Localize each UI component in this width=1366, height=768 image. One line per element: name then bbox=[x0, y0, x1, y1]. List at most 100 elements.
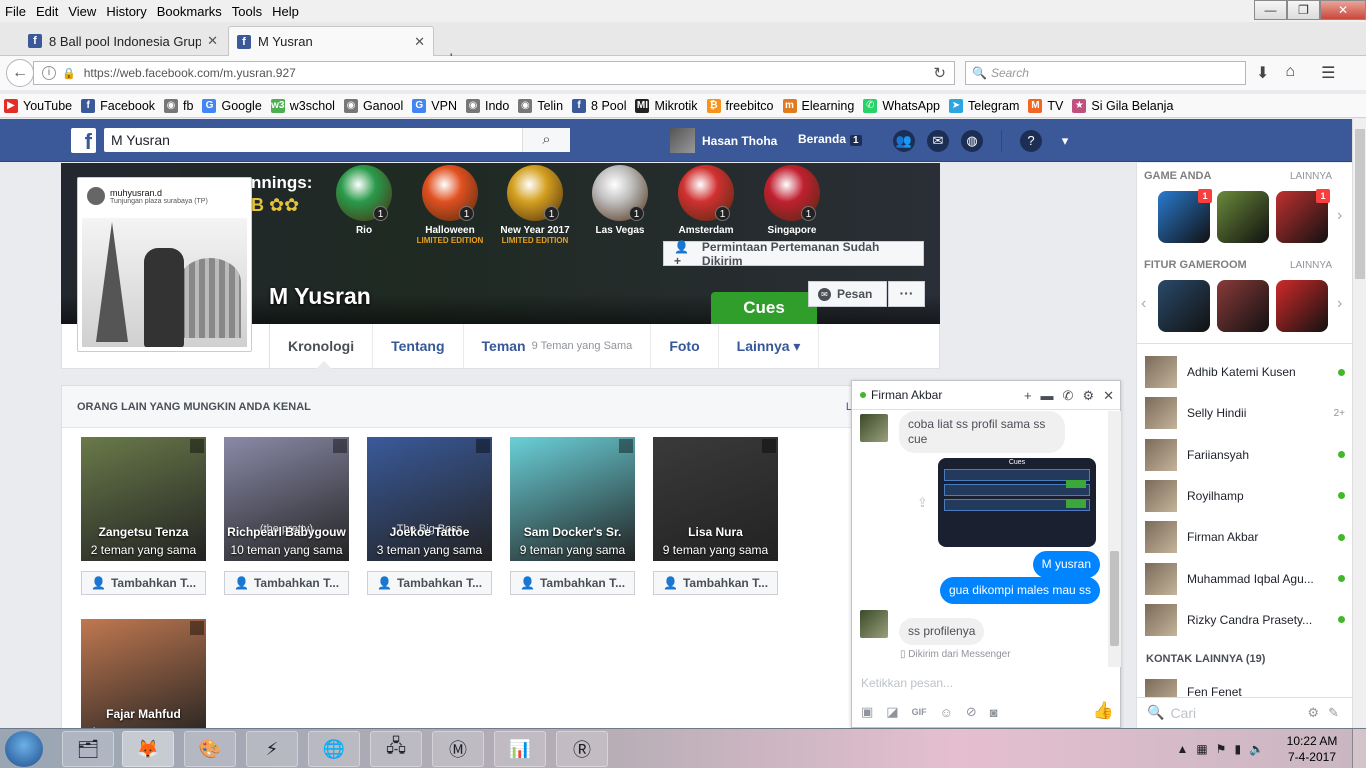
close-icon[interactable] bbox=[190, 439, 204, 453]
bookmark-item[interactable]: M TV bbox=[1028, 98, 1063, 113]
mutual-friends[interactable]: 9 teman yang sama bbox=[510, 543, 635, 557]
tab-m-yusran[interactable]: f M Yusran ✕ bbox=[228, 26, 434, 56]
firefox-icon[interactable]: 🦊 bbox=[122, 731, 174, 767]
contact-item[interactable]: Firman Akbar bbox=[1145, 521, 1345, 554]
signal-icon[interactable]: ▮ bbox=[1234, 742, 1241, 756]
info-icon[interactable]: i bbox=[42, 66, 56, 80]
video-call-icon[interactable]: ▬ bbox=[1041, 388, 1054, 404]
scrollbar-thumb[interactable] bbox=[1110, 551, 1119, 646]
camera-icon[interactable]: ◙ bbox=[990, 705, 998, 720]
close-icon[interactable] bbox=[476, 439, 490, 453]
tab-friends[interactable]: Teman 9 Teman yang Sama bbox=[464, 324, 652, 368]
person-name[interactable]: Richpearl Babygouw bbox=[224, 525, 349, 539]
bookmark-item[interactable]: ◉ Indo bbox=[465, 98, 509, 113]
show-hidden-icons[interactable]: ▲ bbox=[1176, 742, 1188, 756]
menu-file[interactable]: File bbox=[0, 4, 31, 19]
close-icon[interactable] bbox=[333, 439, 347, 453]
add-people-icon[interactable]: + bbox=[1024, 388, 1032, 404]
page-scrollbar[interactable] bbox=[1352, 119, 1366, 728]
hamburger-menu-icon[interactable]: ☰ bbox=[1321, 63, 1335, 83]
flag-icon[interactable]: ⚑ bbox=[1216, 742, 1227, 756]
close-icon[interactable] bbox=[619, 439, 633, 453]
friend-request-sent-button[interactable]: 👤+ Permintaan Pertemanan Sudah Dikirim bbox=[663, 240, 924, 268]
tab-8-ball-pool-group[interactable]: f 8 Ball pool Indonesia Grup ... ✕ bbox=[20, 26, 226, 56]
paint-icon[interactable]: 🎨 bbox=[184, 731, 236, 767]
add-friend-button[interactable]: 👤 Tambahkan T... bbox=[510, 571, 635, 595]
close-window-button[interactable]: ✕ bbox=[1320, 0, 1366, 20]
gameroom-more-link[interactable]: LAINNYA bbox=[1290, 260, 1332, 271]
chat-input[interactable]: Ketikkan pesan... bbox=[852, 676, 1120, 696]
network-tool-icon[interactable]: 🖧 bbox=[370, 731, 422, 767]
show-desktop-button[interactable] bbox=[1352, 729, 1366, 768]
menu-history[interactable]: History bbox=[101, 4, 151, 19]
person-name[interactable]: Zangetsu Tenza bbox=[81, 525, 206, 539]
game-tile[interactable]: 1 bbox=[1158, 189, 1212, 243]
chevron-left-icon[interactable]: ‹ bbox=[1141, 295, 1146, 313]
network-icon[interactable]: ▦ bbox=[1196, 742, 1207, 756]
menu-edit[interactable]: Edit bbox=[31, 4, 63, 19]
person-photo[interactable]: Sam Docker's Sr. 9 teman yang sama bbox=[510, 437, 635, 561]
messenger-icon[interactable]: ✉ bbox=[927, 130, 949, 152]
close-tab-icon[interactable]: ✕ bbox=[414, 34, 425, 50]
emoji-icon[interactable]: ☺ bbox=[940, 705, 953, 720]
mutual-friends[interactable]: 9 teman yang sama bbox=[653, 543, 778, 557]
person-photo[interactable]: Zangetsu Tenza 2 teman yang sama bbox=[81, 437, 206, 561]
menu-view[interactable]: View bbox=[63, 4, 101, 19]
bookmark-item[interactable]: f Facebook bbox=[81, 98, 155, 113]
bookmark-item[interactable]: ➤ Telegram bbox=[949, 98, 1019, 113]
bookmark-item[interactable]: ✆ WhatsApp bbox=[863, 98, 940, 113]
scrollbar-thumb[interactable] bbox=[1355, 129, 1365, 279]
app-r-icon[interactable]: Ⓡ bbox=[556, 731, 608, 767]
contact-item[interactable]: Fariiansyah bbox=[1145, 438, 1345, 471]
close-icon[interactable] bbox=[190, 621, 204, 635]
tab-about[interactable]: Tentang bbox=[373, 324, 464, 368]
chevron-right-icon[interactable]: › bbox=[1337, 207, 1342, 225]
contact-item[interactable]: Adhib Katemi Kusen bbox=[1145, 356, 1345, 388]
photo-icon[interactable]: ▣ bbox=[861, 704, 873, 720]
add-friend-button[interactable]: 👤 Tambahkan T... bbox=[653, 571, 778, 595]
menu-bookmarks[interactable]: Bookmarks bbox=[152, 4, 227, 19]
download-manager-icon[interactable]: 🌐 bbox=[308, 731, 360, 767]
close-tab-icon[interactable]: ✕ bbox=[207, 33, 218, 49]
person-name[interactable]: Joekoe Tattoe bbox=[367, 525, 492, 539]
bookmark-item[interactable]: ◉ Ganool bbox=[343, 98, 403, 113]
browser-search-input[interactable]: 🔍 Search bbox=[965, 61, 1246, 85]
friend-requests-icon[interactable]: 👥 bbox=[893, 130, 915, 152]
bookmark-item[interactable]: ₿ freebitco bbox=[706, 98, 774, 113]
facebook-search-input[interactable]: M Yusran ⌕ bbox=[104, 128, 570, 152]
minimize-button[interactable]: — bbox=[1254, 0, 1287, 20]
add-friend-button[interactable]: 👤 Tambahkan T... bbox=[81, 571, 206, 595]
chevron-right-icon[interactable]: › bbox=[1337, 295, 1342, 313]
help-icon[interactable]: ? bbox=[1020, 130, 1042, 152]
clock[interactable]: 10:22 AM 7-4-2017 bbox=[1272, 733, 1352, 765]
file-explorer-icon[interactable]: 🗂 bbox=[62, 731, 114, 767]
chat-image-attachment[interactable]: Cues bbox=[938, 458, 1096, 547]
tab-photos[interactable]: Foto bbox=[651, 324, 719, 368]
share-icon[interactable]: ⇪ bbox=[917, 495, 928, 511]
facebook-logo-icon[interactable]: f bbox=[71, 128, 96, 154]
close-icon[interactable] bbox=[762, 439, 776, 453]
person-photo[interactable]: The Big Boss Joekoe Tattoe 3 teman yang sa… bbox=[367, 437, 492, 561]
gear-icon[interactable]: ⚙ bbox=[1307, 705, 1319, 721]
person-name[interactable]: Sam Docker's Sr. bbox=[510, 525, 635, 539]
mutual-friends[interactable]: 2 teman yang sama bbox=[81, 543, 206, 557]
contact-item[interactable]: Selly Hindii 2+ bbox=[1145, 397, 1345, 430]
bookmark-item[interactable]: ◉ Telin bbox=[518, 98, 563, 113]
bookmark-item[interactable]: ◉ fb bbox=[164, 98, 193, 113]
contact-item[interactable]: Fen Fenet bbox=[1145, 679, 1345, 697]
menu-help[interactable]: Help bbox=[267, 4, 304, 19]
bookmark-item[interactable]: w3 w3schol bbox=[270, 98, 335, 113]
sticker-icon[interactable]: ◪ bbox=[886, 704, 898, 720]
reload-icon[interactable]: ↻ bbox=[933, 64, 946, 82]
search-button[interactable]: ⌕ bbox=[522, 128, 570, 152]
close-icon[interactable]: ✕ bbox=[1103, 388, 1114, 404]
compose-icon[interactable]: ✎ bbox=[1328, 705, 1339, 721]
volume-icon[interactable]: 🔈 bbox=[1249, 742, 1264, 756]
contact-item[interactable]: Rizky Candra Prasety... bbox=[1145, 603, 1345, 636]
presentation-icon[interactable]: 📊 bbox=[494, 731, 546, 767]
profile-name[interactable]: M Yusran bbox=[269, 283, 371, 310]
games-more-link[interactable]: LAINNYA bbox=[1290, 171, 1332, 182]
gameroom-tile[interactable] bbox=[1158, 280, 1210, 332]
add-friend-button[interactable]: 👤 Tambahkan T... bbox=[224, 571, 349, 595]
bookmark-item[interactable]: MI Mikrotik bbox=[635, 98, 698, 113]
